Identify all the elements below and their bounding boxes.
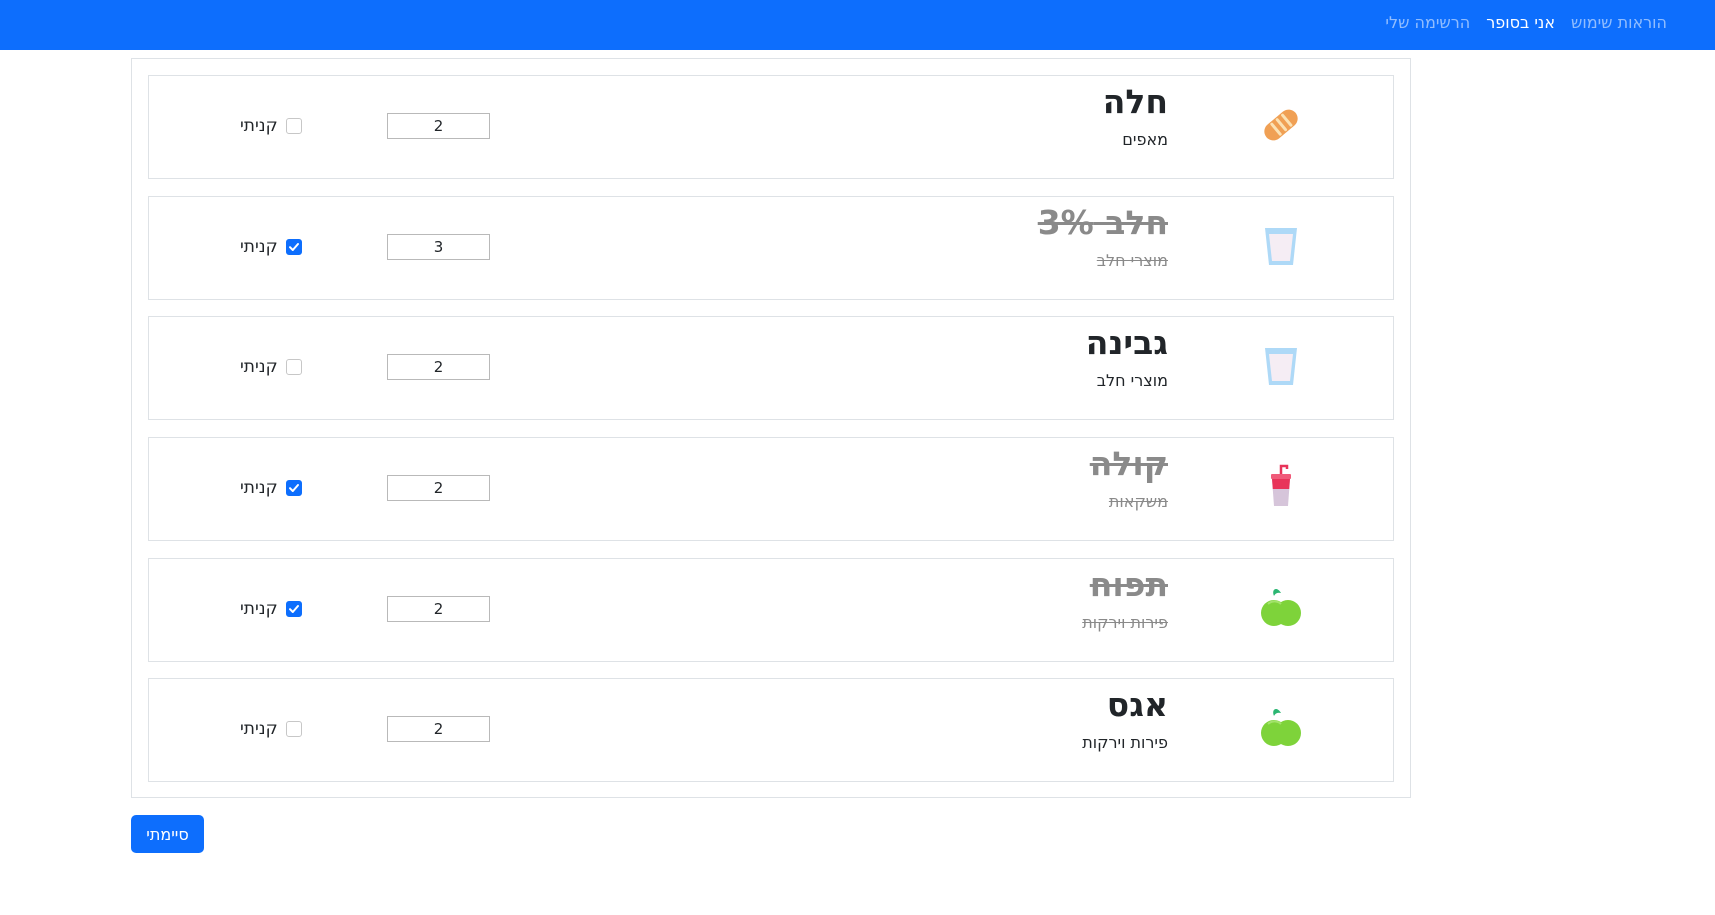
bought-label: קניתי	[240, 357, 278, 377]
list-item: תפוח פירות וירקות קניתי	[148, 558, 1394, 662]
nav-link-instructions[interactable]: הוראות שימוש	[1571, 13, 1667, 32]
list-item: קולה משקאות קניתי	[148, 437, 1394, 541]
bought-checkbox[interactable]	[285, 601, 302, 617]
list-item: חלב 3% מוצרי חלב קניתי	[148, 196, 1394, 300]
list-item: אגס פירות וירקות קניתי	[148, 678, 1394, 782]
apple-icon	[1256, 583, 1306, 633]
nav-links: הרשימה שלי אני בסופר הוראות שימוש	[1385, 0, 1667, 45]
soda-cup-icon	[1256, 462, 1306, 512]
bought-toggle[interactable]: קניתי	[240, 113, 302, 139]
item-name: קולה	[1089, 444, 1168, 483]
quantity-input[interactable]	[387, 716, 490, 742]
bought-label: קניתי	[240, 478, 278, 498]
bought-checkbox[interactable]	[285, 239, 302, 255]
bought-toggle[interactable]: קניתי	[240, 475, 302, 501]
bought-label: קניתי	[240, 237, 278, 257]
bought-checkbox[interactable]	[285, 359, 302, 375]
quantity-input[interactable]	[387, 475, 490, 501]
quantity-input[interactable]	[387, 354, 490, 380]
bought-checkbox[interactable]	[285, 721, 302, 737]
bread-icon	[1256, 100, 1306, 150]
done-button[interactable]: סיימתי	[131, 815, 204, 853]
item-name: חלב 3%	[1037, 203, 1168, 242]
check-icon	[288, 484, 299, 492]
shopping-list: חלה מאפים קניתי חלב 3% מוצרי חלב קניתי	[131, 58, 1411, 798]
nav-link-at-store[interactable]: אני בסופר	[1486, 13, 1555, 32]
top-navbar: הרשימה שלי אני בסופר הוראות שימוש	[0, 0, 1715, 50]
item-category: פירות וירקות	[1082, 613, 1168, 632]
quantity-input[interactable]	[387, 234, 490, 260]
bought-toggle[interactable]: קניתי	[240, 354, 302, 380]
item-category: משקאות	[1108, 492, 1168, 511]
bought-label: קניתי	[240, 116, 278, 136]
quantity-input[interactable]	[387, 113, 490, 139]
nav-link-my-list[interactable]: הרשימה שלי	[1385, 13, 1470, 32]
item-category: מוצרי חלב	[1096, 371, 1168, 390]
bought-label: קניתי	[240, 599, 278, 619]
quantity-input[interactable]	[387, 596, 490, 622]
bought-toggle[interactable]: קניתי	[240, 234, 302, 260]
check-icon	[288, 243, 299, 251]
item-name: תפוח	[1089, 565, 1168, 604]
list-item: גבינה מוצרי חלב קניתי	[148, 316, 1394, 420]
apple-icon	[1256, 703, 1306, 753]
item-name: חלה	[1102, 82, 1168, 121]
bought-toggle[interactable]: קניתי	[240, 716, 302, 742]
item-name: גבינה	[1085, 323, 1168, 362]
item-name: אגס	[1106, 685, 1168, 724]
bought-label: קניתי	[240, 719, 278, 739]
bought-toggle[interactable]: קניתי	[240, 596, 302, 622]
item-category: מאפים	[1122, 130, 1168, 149]
check-icon	[288, 605, 299, 613]
bought-checkbox[interactable]	[285, 480, 302, 496]
list-item: חלה מאפים קניתי	[148, 75, 1394, 179]
bought-checkbox[interactable]	[285, 118, 302, 134]
milk-glass-icon	[1256, 341, 1306, 391]
item-category: פירות וירקות	[1082, 733, 1168, 752]
milk-glass-icon	[1256, 221, 1306, 271]
item-category: מוצרי חלב	[1096, 251, 1168, 270]
